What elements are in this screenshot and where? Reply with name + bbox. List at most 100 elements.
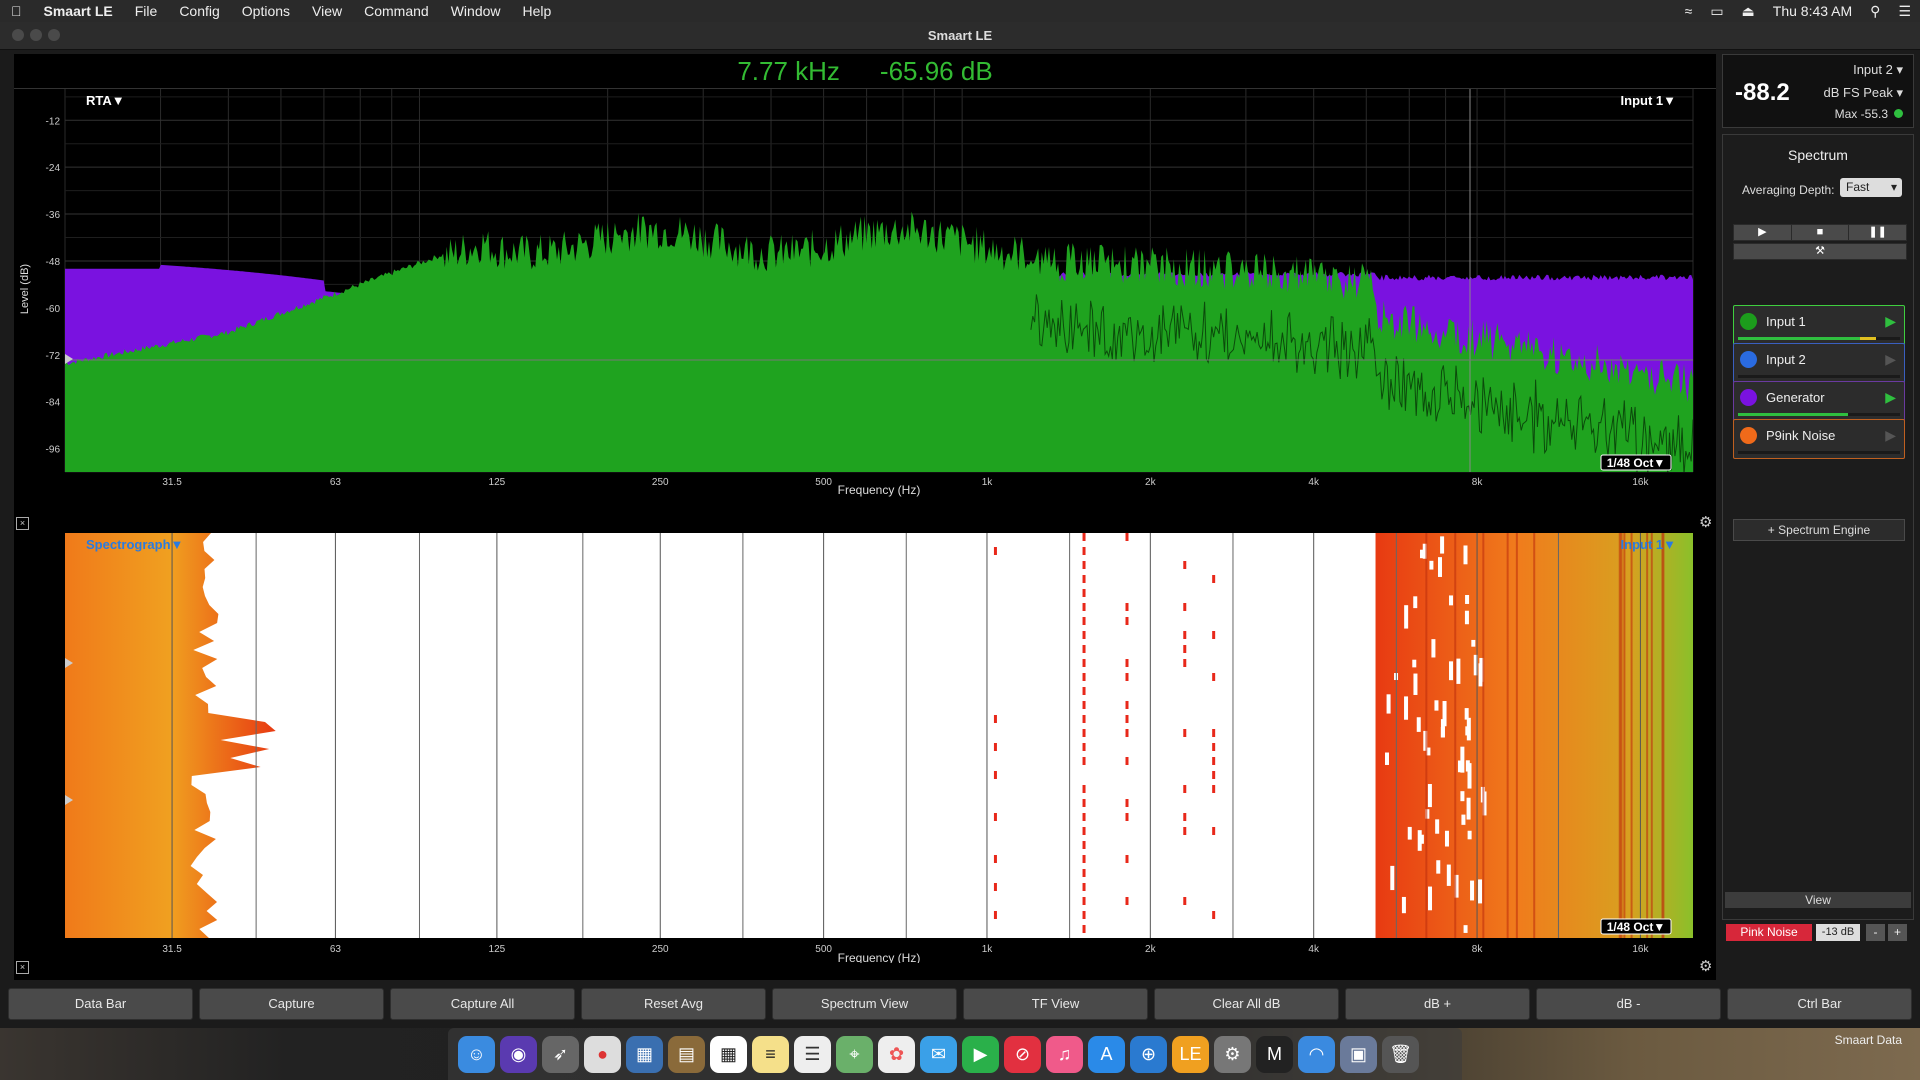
facetime-icon[interactable]: ▶ (962, 1035, 999, 1073)
notes-icon[interactable]: ≡ (752, 1035, 789, 1073)
menu-window[interactable]: Window (440, 3, 512, 19)
spectrograph-gap (1420, 549, 1425, 559)
maps-icon[interactable]: ⌖ (836, 1035, 873, 1073)
smaart-le-icon[interactable]: LE (1172, 1035, 1209, 1073)
spectrograph-input-label[interactable]: Input 1▼ (1621, 537, 1676, 552)
source-generator[interactable]: Generator ▶ (1733, 381, 1905, 421)
image-capture-icon[interactable]: ▣ (1340, 1035, 1377, 1073)
source-p9ink-noise[interactable]: P9ink Noise ▶ (1733, 419, 1905, 459)
messages-icon[interactable]: ✉ (920, 1035, 957, 1073)
command-button-dbminus[interactable]: dB - (1536, 988, 1721, 1020)
photos-icon[interactable]: ✿ (878, 1035, 915, 1073)
tools-icon[interactable]: ⚒ (1733, 243, 1907, 260)
spectrograph-gap (1465, 595, 1470, 604)
rta-mode-label[interactable]: RTA▼ (86, 93, 125, 108)
command-button-clear-all-db[interactable]: Clear All dB (1154, 988, 1339, 1020)
spectrograph-gap (1434, 700, 1439, 711)
view-button[interactable]: View (1725, 892, 1911, 908)
spectrograph-streak (1082, 673, 1086, 681)
command-button-capture[interactable]: Capture (199, 988, 384, 1020)
source-input-1[interactable]: Input 1 ▶ (1733, 305, 1905, 345)
news-icon[interactable]: ⊘ (1004, 1035, 1041, 1073)
spectrograph-streak (1125, 603, 1129, 611)
spectrograph-streak (1183, 659, 1187, 667)
rta-resolution-select[interactable]: 1/48 Oct▼ (1607, 456, 1666, 470)
spectrograph-resolution-select[interactable]: 1/48 Oct▼ (1607, 920, 1666, 934)
spectrograph-plot[interactable]: 31.5 63 125 250 500 1k 2k 4k 8k 16k Spectrograph▼… (14, 533, 1716, 963)
spectrograph-settings-gear-icon[interactable]: ⚙ (1699, 957, 1712, 975)
command-button-reset-avg[interactable]: Reset Avg (581, 988, 766, 1020)
stop-icon[interactable]: ■ (1792, 225, 1850, 240)
airplay-icon[interactable]: ▭ (1701, 3, 1732, 20)
rta-input-label[interactable]: Input 1▼ (1621, 93, 1676, 108)
spotlight-search-icon[interactable]: ⚲ (1861, 3, 1889, 20)
meter-unit-select[interactable]: dB FS Peak ▾ (1823, 85, 1903, 101)
menu-file[interactable]: File (124, 3, 169, 19)
command-button-spectrum-view[interactable]: Spectrum View (772, 988, 957, 1020)
source-run-icon[interactable]: ▶ (1885, 427, 1896, 444)
calendar-icon[interactable]: ▦ (710, 1035, 747, 1073)
pause-icon[interactable]: ❚❚ (1849, 225, 1906, 240)
finder-icon[interactable]: ☺ (458, 1035, 495, 1073)
trash-icon[interactable]: 🗑 (1382, 1035, 1419, 1073)
rta-plot[interactable]: -12 -24 -36 -48 -60 -72 -84 -96 31.5 63 125 250 500… (14, 89, 1716, 509)
menu-view[interactable]: View (301, 3, 353, 19)
spectrograph-gap (1436, 860, 1441, 874)
apple-icon[interactable]:  (0, 3, 33, 19)
safari-icon[interactable]: ⊕ (1130, 1035, 1167, 1073)
command-button-tf-view[interactable]: TF View (963, 988, 1148, 1020)
spectrograph-gap (1429, 560, 1434, 570)
source-color-icon[interactable] (1740, 313, 1757, 330)
play-icon[interactable]: ▶ (1734, 225, 1792, 240)
spectrograph-mode-label[interactable]: Spectrograph▼ (86, 537, 183, 552)
eject-icon[interactable]: ⏏ (1733, 3, 1764, 20)
command-button-data-bar[interactable]: Data Bar (8, 988, 193, 1020)
preview-icon[interactable]: ▦ (626, 1035, 663, 1073)
command-button-dbplus[interactable]: dB + (1345, 988, 1530, 1020)
meter-input-select[interactable]: Input 2 ▾ (1853, 62, 1903, 78)
reminders-icon[interactable]: ☰ (794, 1035, 831, 1073)
generator-signal-button[interactable]: Pink Noise (1726, 924, 1812, 941)
app-store-icon[interactable]: A (1088, 1035, 1125, 1073)
source-color-icon[interactable] (1740, 351, 1757, 368)
spectrograph-gap (1385, 752, 1390, 765)
source-name: Input 2 (1766, 352, 1806, 367)
notification-center-icon[interactable]: ☰ (1889, 3, 1920, 20)
spectrograph-x-tick-label: 4k (1308, 944, 1320, 955)
command-button-ctrl-bar[interactable]: Ctrl Bar (1727, 988, 1912, 1020)
add-spectrum-engine-button[interactable]: + Spectrum Engine (1733, 519, 1905, 541)
source-run-icon[interactable]: ▶ (1885, 313, 1896, 330)
source-run-icon[interactable]: ▶ (1885, 351, 1896, 368)
generator-gain-decrease-button[interactable]: - (1866, 924, 1885, 941)
spectrograph-close-icon[interactable]: × (16, 961, 29, 974)
generator-gain-increase-button[interactable]: + (1888, 924, 1907, 941)
music-icon[interactable]: ♫ (1046, 1035, 1083, 1073)
spectrograph-streak (1082, 883, 1086, 891)
spectrograph-gap (1390, 865, 1395, 891)
menu-help[interactable]: Help (512, 3, 563, 19)
source-color-icon[interactable] (1740, 427, 1757, 444)
generator-gain-field[interactable]: -13 dB (1816, 924, 1860, 941)
wifi-utility-icon[interactable]: ◠ (1298, 1035, 1335, 1073)
command-button-capture-all[interactable]: Capture All (390, 988, 575, 1020)
source-input-2[interactable]: Input 2 ▶ (1733, 343, 1905, 383)
source-run-icon[interactable]: ▶ (1885, 389, 1896, 406)
system-preferences-icon[interactable]: ⚙ (1214, 1035, 1251, 1073)
siri-icon[interactable]: ◉ (500, 1035, 537, 1073)
rta-settings-gear-icon[interactable]: ⚙ (1699, 513, 1712, 531)
medium-icon[interactable]: M (1256, 1035, 1293, 1073)
wifi-icon[interactable]: ≈ (1676, 3, 1702, 19)
averaging-depth-select[interactable]: Fast ▾ (1840, 178, 1902, 197)
menu-config[interactable]: Config (168, 3, 230, 19)
launchpad-icon[interactable]: ➶ (542, 1035, 579, 1073)
menu-command[interactable]: Command (353, 3, 440, 19)
menu-options[interactable]: Options (231, 3, 301, 19)
contacts-icon[interactable]: ▤ (668, 1035, 705, 1073)
spectrograph-gap (1461, 814, 1466, 825)
rta-close-icon[interactable]: × (16, 517, 29, 530)
menu-app-name[interactable]: Smaart LE (33, 3, 124, 19)
menu-clock[interactable]: Thu 8:43 AM (1764, 3, 1861, 19)
chrome-icon[interactable]: ● (584, 1035, 621, 1073)
source-color-icon[interactable] (1740, 389, 1757, 406)
spectrograph-gap (1435, 819, 1440, 834)
